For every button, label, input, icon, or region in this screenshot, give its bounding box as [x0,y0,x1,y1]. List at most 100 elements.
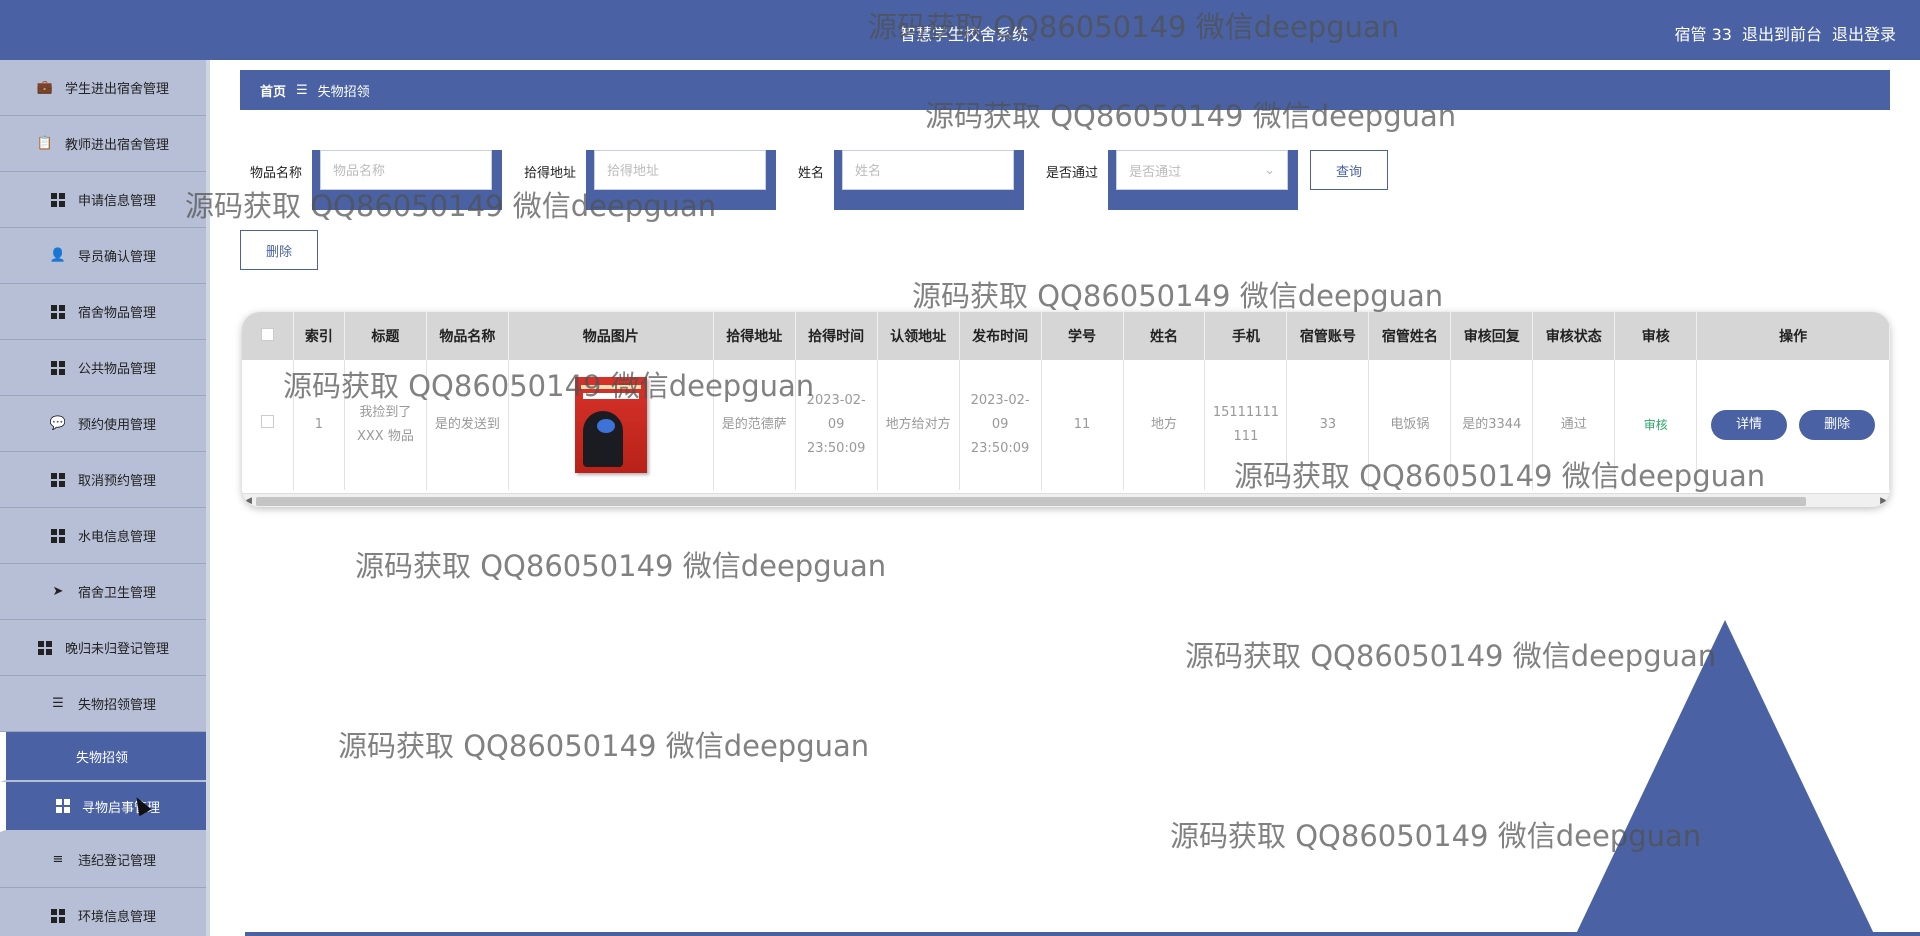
detail-button[interactable]: 详情 [1711,410,1788,440]
audit-cell: 审核 [1614,360,1698,490]
grid-icon [50,304,66,320]
clipboard-icon: 📋 [36,136,54,151]
watermark: 源码获取 QQ86050149 微信deepguan [338,729,870,763]
sliders-icon: ☰ [52,696,64,711]
item-image-cell [508,360,714,490]
item-name-input[interactable] [320,150,493,190]
sidebar-item-lost-found[interactable]: ☰ 失物招领管理 [0,676,206,732]
book-cover-image [574,377,647,473]
watermark: 源码获取 QQ86050149 微信deepguan [912,279,1444,313]
table-row: 1 我捡到了XXX 物品 是的发送到 是的范德萨 2023-02-09 23:5… [242,360,1890,490]
sidebar-item-label: 申请信息管理 [77,194,156,209]
sidebar-item-label: 导员确认管理 [77,250,156,265]
pass-select[interactable]: 是否通过 ⌄ [1116,150,1289,190]
grid-icon [50,360,66,376]
breadcrumb-separator-icon: ☰ [296,82,308,98]
watermark: 源码获取 QQ86050149 微信deepguan [355,549,887,583]
horizontal-scrollbar[interactable]: ◀ ▶ [242,493,1890,507]
sidebar-item-counselor-confirm[interactable]: 👤 导员确认管理 [0,228,206,284]
sidebar-item-student-in-out[interactable]: 💼 学生进出宿舍管理 [0,60,206,116]
top-header: 智慧学生校舍系统 宿管 33 退出到前台 退出登录 [0,0,1920,60]
chevron-down-icon: ⌄ [1264,162,1276,178]
sidebar-item-label: 环境信息管理 [77,910,156,925]
item-name-label: 物品名称 [250,166,303,181]
select-all-cell [242,312,294,360]
system-title: 智慧学生校舍系统 [900,25,1029,44]
sidebar-item-cancel-reservation[interactable]: 取消预约管理 [0,452,206,508]
sidebar-item-label: 宿舍物品管理 [77,306,156,321]
grid-icon [56,799,70,813]
sidebar-item-lost-notice[interactable]: 寻物启事管理 [0,782,206,832]
scroll-right-arrow-icon[interactable]: ▶ [1880,496,1887,506]
column-header: 学号 [1041,312,1124,360]
sidebar-item-label: 失物招领管理 [77,698,156,713]
claim-address-cell: 地方给对方 [877,360,960,490]
user-icon: 👤 [49,248,67,263]
sidebar-item-utilities[interactable]: 水电信息管理 [0,508,206,564]
item-name-wrapper [312,150,503,210]
table-header-row: 索引 标题 物品名称 物品图片 拾得地址 拾得时间 认领地址 发布时间 学号 姓… [242,312,1890,360]
publish-time-cell: 2023-02-09 23:50:09 [959,360,1042,490]
briefcase-icon: 💼 [36,80,54,95]
scroll-left-arrow-icon[interactable]: ◀ [245,496,252,506]
name-label: 姓名 [798,166,825,181]
column-header: 发布时间 [959,312,1042,360]
column-header: 拾得地址 [713,312,796,360]
column-header: 审核回复 [1450,312,1534,360]
pick-address-input[interactable] [594,150,767,190]
actions-cell: 详情 删除 [1696,360,1890,490]
sidebar-item-label: 学生进出宿舍管理 [64,82,169,97]
scrollbar-thumb[interactable] [256,497,1806,506]
sidebar-item-label: 公共物品管理 [77,362,156,377]
name-cell: 地方 [1123,360,1206,490]
column-header: 手机 [1204,312,1288,360]
logout-link[interactable]: 退出登录 [1832,21,1896,45]
query-button[interactable]: 查询 [1310,150,1389,190]
sidebar-item-reservation[interactable]: 💬 预约使用管理 [0,396,206,452]
list-icon: ≡ [52,852,64,867]
select-all-checkbox[interactable] [260,327,274,341]
column-header: 物品名称 [426,312,509,360]
column-header: 审核 [1614,312,1698,360]
search-bar: 物品名称 拾得地址 姓名 是否通过 是否通过 ⌄ 查询 [240,150,1389,210]
pass-select-placeholder: 是否通过 [1129,164,1182,180]
grid-icon [50,192,66,208]
sidebar-item-discipline[interactable]: ≡ 违纪登记管理 [0,832,206,888]
delete-button[interactable]: 删除 [1799,410,1876,440]
paper-plane-icon: ➤ [52,584,64,599]
grid-icon [50,472,66,488]
pick-address-wrapper [586,150,777,210]
sidebar-item-label: 取消预约管理 [77,474,156,489]
pick-time-cell: 2023-02-09 23:50:09 [795,360,878,490]
sidebar-item-late-return[interactable]: 晚归未归登记管理 [0,620,206,676]
audit-link[interactable]: 审核 [1644,418,1668,432]
index-cell: 1 [293,360,345,490]
breadcrumb-home[interactable]: 首页 [260,81,286,100]
batch-delete-button[interactable]: 删除 [240,230,318,270]
sidebar: 💼 学生进出宿舍管理 📋 教师进出宿舍管理 申请信息管理 👤 导员确认管理 宿舍… [0,60,210,936]
column-header: 审核状态 [1532,312,1616,360]
sidebar-subitem-label: 失物招领 [76,750,129,766]
sidebar-item-dorm-goods[interactable]: 宿舍物品管理 [0,284,206,340]
sidebar-item-public-goods[interactable]: 公共物品管理 [0,340,206,396]
row-select-cell [242,360,294,490]
sidebar-item-environment[interactable]: 环境信息管理 [0,888,206,936]
sidebar-item-application[interactable]: 申请信息管理 [0,172,206,228]
grid-icon [50,908,66,924]
pick-address-cell: 是的范德萨 [713,360,796,490]
chat-icon: 💬 [49,416,67,431]
sidebar-item-label: 水电信息管理 [77,530,156,545]
lost-found-table: 索引 标题 物品名称 物品图片 拾得地址 拾得时间 认领地址 发布时间 学号 姓… [242,312,1890,507]
name-input[interactable] [842,150,1015,190]
sidebar-subitem-lost-found[interactable]: 失物招领 [0,732,206,782]
row-checkbox[interactable] [260,415,274,428]
bottom-border [245,932,1920,936]
audit-status-cell: 通过 [1532,360,1616,490]
back-to-front-link[interactable]: 退出到前台 [1742,21,1822,45]
pass-wrapper: 是否通过 ⌄ [1108,150,1299,210]
column-header: 认领地址 [877,312,960,360]
column-header: 拾得时间 [795,312,878,360]
sidebar-item-teacher-in-out[interactable]: 📋 教师进出宿舍管理 [0,116,206,172]
sidebar-item-dorm-hygiene[interactable]: ➤ 宿舍卫生管理 [0,564,206,620]
manager-account-cell: 33 [1286,360,1370,490]
